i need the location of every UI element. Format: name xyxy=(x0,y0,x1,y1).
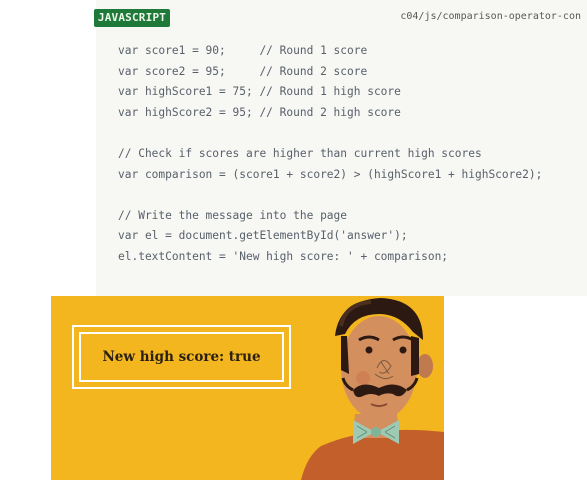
language-tag: JAVASCRIPT xyxy=(94,9,170,27)
result-illustration: New high score: true xyxy=(51,296,444,480)
code-line: var el = document.getElementById('answer… xyxy=(118,229,408,243)
code-line: var highScore2 = 95; // Round 2 high sco… xyxy=(118,105,401,119)
sideburn-shape xyxy=(411,336,419,376)
eye-shape xyxy=(399,346,407,354)
code-line: var comparison = (score1 + score2) > (hi… xyxy=(118,167,543,181)
code-line: // Check if scores are higher than curre… xyxy=(118,146,482,160)
mustached-man-illustration xyxy=(301,298,444,480)
cheek-shape xyxy=(356,371,370,385)
result-message: New high score: true xyxy=(102,349,261,365)
code-line: var score2 = 95; // Round 2 score xyxy=(118,64,368,78)
eye-shape xyxy=(365,346,373,354)
message-frame: New high score: true xyxy=(79,332,284,382)
ear-shape xyxy=(417,354,433,378)
face-shape xyxy=(341,316,417,420)
code-line: el.textContent = 'New high score: ' + co… xyxy=(118,249,449,263)
code-line: // Write the message into the page xyxy=(118,208,348,222)
code-listing: var score1 = 90; // Round 1 score var sc… xyxy=(118,41,542,268)
code-line: var highScore1 = 75; // Round 1 high sco… xyxy=(118,85,401,99)
file-path: c04/js/comparison-operator-con xyxy=(400,11,581,22)
code-line: var score1 = 90; // Round 1 score xyxy=(118,44,368,57)
